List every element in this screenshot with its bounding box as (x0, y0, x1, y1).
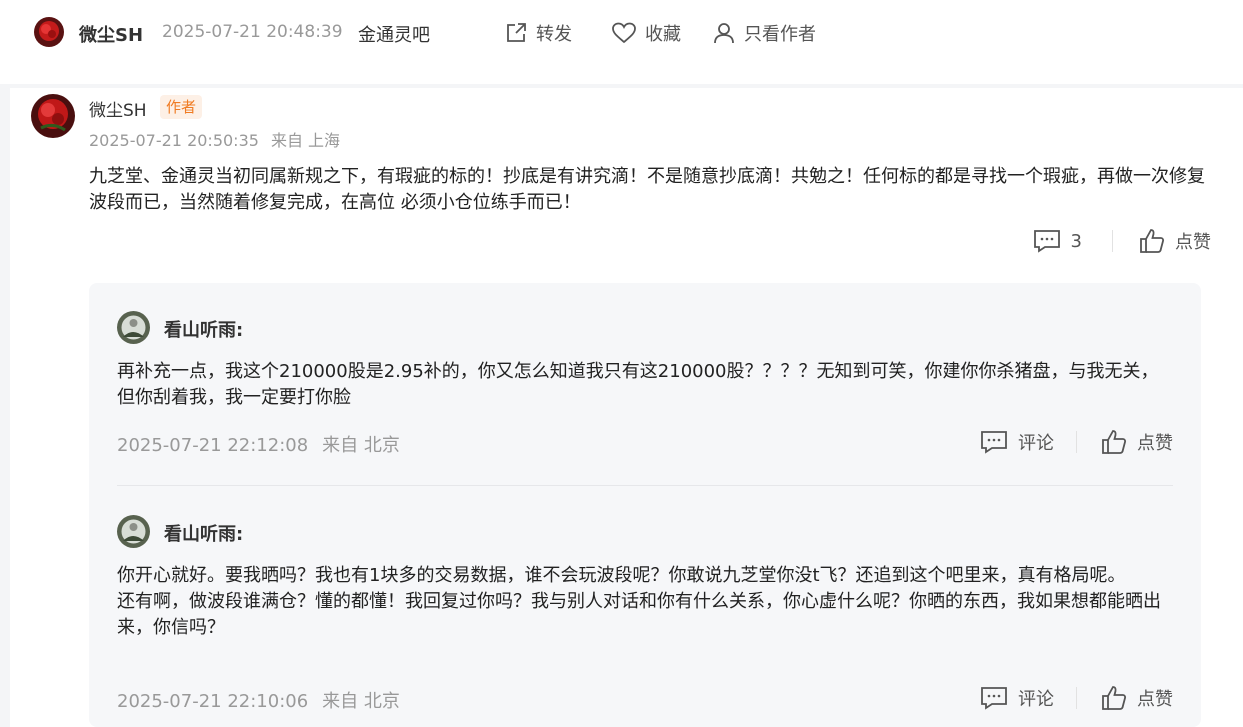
favorite-label: 收藏 (645, 24, 681, 45)
reply-comment-button[interactable]: 评论 (980, 429, 1054, 455)
reply-location: 来自 北京 (322, 691, 400, 712)
reply-text-line: 还有啊，做波段谁满仓？懂的都懂！我回复过你吗？我与别人对话和你有什么关系，你心虚… (117, 591, 1161, 638)
comment-actions: 3 点赞 (1033, 227, 1211, 255)
reply-actions: 评论 点赞 (980, 684, 1173, 712)
forward-button[interactable]: 转发 (504, 18, 572, 48)
reply-text: 再补充一点，我这个210000股是2.95补的，你又怎么知道我只有这210000… (117, 361, 1159, 408)
replies-container: 看山听雨: 再补充一点，我这个210000股是2.95补的，你又怎么知道我只有这… (89, 283, 1201, 727)
reply-actions: 评论 点赞 (980, 428, 1173, 456)
reply-comment-label: 评论 (1018, 433, 1054, 454)
like-button[interactable]: 点赞 (1139, 228, 1211, 254)
heart-icon (612, 22, 636, 44)
comment-avatar[interactable] (31, 94, 75, 138)
comment-location: 来自 上海 (270, 131, 341, 150)
comment-icon (1033, 230, 1060, 253)
thumbs-up-icon (1102, 686, 1127, 710)
reply-like-button[interactable]: 点赞 (1101, 685, 1173, 711)
author-only-button[interactable]: 只看作者 (712, 18, 816, 48)
bar-link[interactable]: 金通灵吧 (358, 21, 430, 47)
author-badge: 作者 (160, 95, 203, 119)
user-icon (714, 23, 734, 44)
reply-text-line: 你开心就好。要我晒吗？我也有1块多的交易数据，谁不会玩波段呢？你敢说九芝堂你没t… (117, 565, 1126, 586)
header-timestamp: 2025-07-21 20:48:39 (162, 22, 343, 42)
comment-text: 九芝堂、金通灵当初同属新规之下，有瑕疵的标的！抄底是有讲究滴！不是随意抄底滴！共… (89, 166, 1205, 213)
reply-separator (117, 485, 1173, 486)
forward-label: 转发 (536, 24, 572, 45)
reply-comment-label: 评论 (1018, 689, 1054, 710)
comment-icon (981, 687, 1007, 710)
thumbs-up-icon (1140, 229, 1165, 253)
reply-text: 你开心就好。要我晒吗？我也有1块多的交易数据，谁不会玩波段呢？你敢说九芝堂你没t… (117, 563, 1173, 641)
action-divider (1076, 431, 1077, 453)
reply-meta: 2025-07-21 22:10:06 来自 北京 (117, 687, 400, 713)
user-avatar[interactable] (34, 17, 64, 47)
reply-count-button[interactable]: 3 (1033, 229, 1082, 253)
action-divider (1076, 687, 1077, 709)
reply-avatar[interactable] (117, 515, 150, 548)
reply-like-label: 点赞 (1137, 433, 1173, 454)
reply-username[interactable]: 看山听雨: (164, 316, 243, 342)
comment-meta: 2025-07-21 20:50:35 来自 上海 (89, 127, 340, 151)
reply-meta: 2025-07-21 22:12:08 来自 北京 (117, 431, 400, 457)
reply-comment-button[interactable]: 评论 (980, 685, 1054, 711)
header-username[interactable]: 微尘SH (79, 21, 143, 47)
reply-avatar[interactable] (117, 311, 150, 344)
action-divider (1112, 230, 1113, 252)
reply-count: 3 (1070, 230, 1082, 252)
like-label: 点赞 (1175, 232, 1211, 253)
reply-username[interactable]: 看山听雨: (164, 520, 243, 546)
comment-icon (981, 431, 1007, 454)
author-only-label: 只看作者 (744, 24, 816, 45)
comment-timestamp: 2025-07-21 20:50:35 (89, 131, 259, 150)
reply-timestamp: 2025-07-21 22:10:06 (117, 691, 309, 712)
thumbs-up-icon (1102, 430, 1127, 454)
thread-header: 微尘SH 2025-07-21 20:48:39 金通灵吧 转发 收藏 只看作者 (0, 0, 1243, 84)
favorite-button[interactable]: 收藏 (611, 18, 681, 48)
comment-username[interactable]: 微尘SH (89, 96, 147, 121)
reply-location: 来自 北京 (322, 435, 400, 456)
reply-like-button[interactable]: 点赞 (1101, 429, 1173, 455)
reply-timestamp: 2025-07-21 22:12:08 (117, 435, 309, 456)
reply-like-label: 点赞 (1137, 689, 1173, 710)
share-icon (507, 23, 526, 42)
comment-card: 微尘SH 作者 2025-07-21 20:50:35 来自 上海 九芝堂、金通灵… (10, 88, 1243, 727)
